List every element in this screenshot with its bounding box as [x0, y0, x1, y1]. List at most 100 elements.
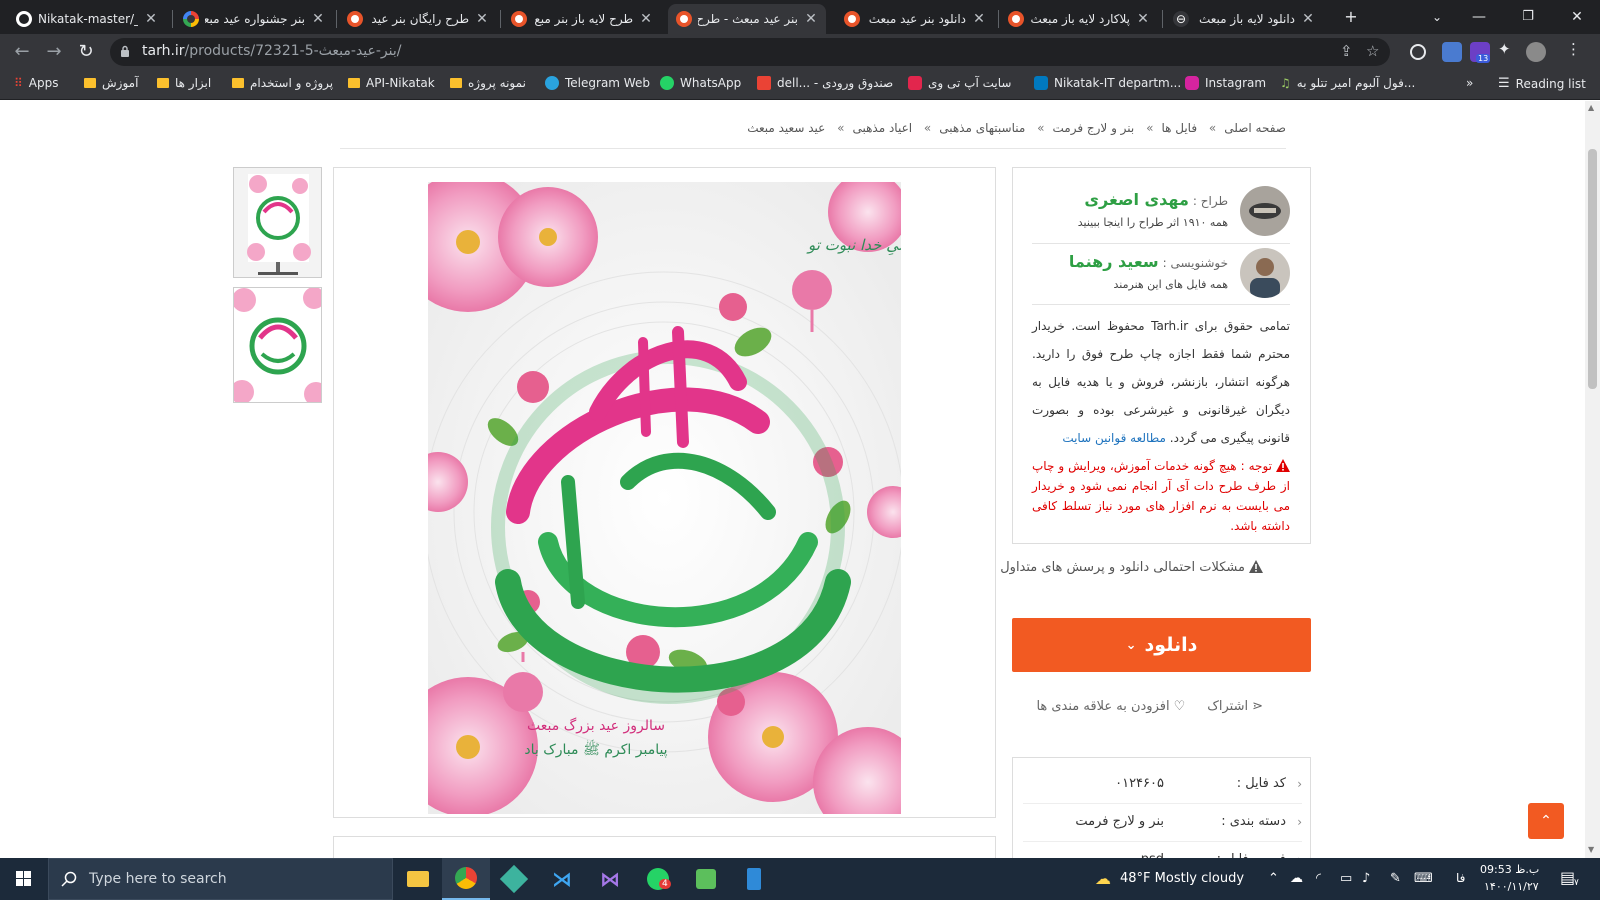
tab-title: طرح لایه باز بنر مبع	[534, 12, 633, 26]
scroll-up-arrow-icon[interactable]: ▲	[1588, 103, 1594, 112]
page-scrollbar[interactable]: ▲ ▼	[1585, 101, 1600, 858]
clock-time[interactable]: 09:53 ب.ظ	[1480, 863, 1539, 876]
bookmark-folder[interactable]: نمونه پروژه	[450, 76, 526, 90]
download-button[interactable]: دانلود ⌄	[1012, 618, 1311, 672]
copyright-notice: تمامی حقوق برای Tarh.ir محفوظ است. خریدا…	[1032, 319, 1290, 445]
bookmark-telegram[interactable]: Telegram Web	[545, 76, 650, 90]
breadcrumb-item[interactable]: صفحه اصلی	[1224, 121, 1286, 135]
window-close-button[interactable]: ✕	[1562, 4, 1592, 30]
site-rules-link[interactable]: مطالعه قوانین سایت	[1062, 431, 1166, 445]
visual-studio-app[interactable]: ⋈	[586, 858, 634, 900]
clock-date[interactable]: ۱۴۰۰/۱۱/۲۷	[1484, 880, 1539, 893]
faq-link[interactable]: مشکلات احتمالی دانلود و پرسش های متداول	[1000, 560, 1263, 575]
breadcrumb-item[interactable]: مناسبتهای مذهبی	[939, 121, 1025, 135]
address-bar[interactable]: tarh.ir/products/72321-5-بنر-عید-مبعث/ ⇪…	[110, 38, 1390, 66]
close-icon[interactable]: ✕	[311, 11, 325, 27]
breadcrumb-item[interactable]: اعیاد مذهبی	[852, 121, 912, 135]
thumbnail-banner-stand[interactable]	[233, 167, 322, 278]
android-studio-app[interactable]	[682, 858, 730, 900]
scrollbar-thumb[interactable]	[1588, 149, 1597, 389]
poster-bottom-text-2: پیامبر اکرم ﷺ مبارک باد	[524, 739, 667, 758]
bookmark-instagram[interactable]: Instagram	[1185, 76, 1266, 90]
bookmark-folder[interactable]: API-Nikatak	[348, 76, 435, 90]
close-icon[interactable]: ✕	[804, 11, 818, 27]
bookmark-apps[interactable]: ⠿ Apps	[14, 76, 59, 90]
tray-chevron-up-icon[interactable]: ⌃	[1268, 871, 1279, 886]
pen-icon[interactable]: ✎	[1390, 871, 1401, 886]
reload-button[interactable]: ↻	[72, 38, 100, 66]
weather-text[interactable]: 48°F Mostly cloudy	[1120, 871, 1244, 886]
designer-avatar[interactable]	[1240, 186, 1290, 236]
calligrapher-name[interactable]: سعید رهنما	[1069, 252, 1159, 271]
close-icon[interactable]: ✕	[144, 11, 158, 27]
favorite-button[interactable]: ♡افزودن به علاقه مندی ها	[1036, 699, 1185, 714]
chrome-app[interactable]	[442, 858, 490, 900]
close-icon[interactable]: ✕	[475, 11, 489, 27]
share-page-icon[interactable]: ⇪	[1340, 42, 1353, 60]
bookmark-whatsapp[interactable]: WhatsApp	[660, 76, 741, 90]
designer-all-works-link[interactable]: همه ۱۹۱۰ اثر طراح را اینجا ببینید	[1078, 216, 1228, 229]
taskbar-search[interactable]: Type here to search	[48, 858, 393, 900]
bookmark-folder[interactable]: آموزش	[84, 76, 138, 90]
search-icon	[61, 871, 77, 887]
input-language[interactable]: فا	[1456, 871, 1465, 885]
tab-title: دانلود بنر عید مبعث	[868, 12, 966, 26]
bookmark-aparat[interactable]: سایت آپ تی وی	[908, 76, 1011, 90]
phone-app[interactable]	[730, 858, 778, 900]
bookmark-star-icon[interactable]: ☆	[1366, 42, 1379, 60]
menu-dots-icon[interactable]: ⋮	[1566, 40, 1586, 60]
bookmark-trello[interactable]: Nikatak-IT departm...	[1034, 76, 1181, 90]
close-icon[interactable]: ✕	[972, 11, 986, 27]
bookmark-gmail[interactable]: dell... - صندوق ورودی	[757, 76, 893, 90]
close-icon[interactable]: ✕	[1136, 11, 1150, 27]
breadcrumb-item[interactable]: بنر و لارج فرمت	[1052, 121, 1134, 135]
bookmark-folder[interactable]: ابزار ها	[157, 76, 211, 90]
browser-tab[interactable]: ⊖ دانلود لایه باز مبعث ✕	[1165, 4, 1323, 34]
tab-search-chevron-icon[interactable]: ⌄	[1422, 4, 1452, 30]
thumbnail-poster[interactable]	[233, 287, 322, 403]
calligrapher-avatar[interactable]	[1240, 248, 1290, 298]
scroll-to-top-button[interactable]: ⌃	[1528, 803, 1564, 839]
browser-tab[interactable]: طرح لایه باز بنر مبع ✕	[503, 4, 661, 34]
bookmark-folder[interactable]: پروژه و استخدام	[232, 76, 333, 90]
extension-circle-icon[interactable]	[1410, 44, 1426, 60]
notification-icon[interactable]: ▤	[1560, 868, 1575, 887]
restore-button[interactable]: ❐	[1513, 4, 1543, 30]
browser-tab[interactable]: بنر جشنواره عید مبعث ✕	[175, 4, 333, 34]
back-button[interactable]: ←	[8, 38, 36, 66]
breadcrumb-item[interactable]: فایل ها	[1161, 121, 1197, 135]
browser-tab[interactable]: پلاکارد لایه باز مبعث ✕	[1000, 4, 1158, 34]
browser-tab-active[interactable]: بنر عید مبعث - طرح ✕	[668, 4, 826, 34]
calligrapher-all-works-link[interactable]: همه فایل های این هنرمند	[1114, 278, 1228, 291]
close-icon[interactable]: ✕	[639, 11, 653, 27]
new-tab-button[interactable]: +	[1336, 4, 1366, 30]
vscode-app[interactable]: ⋊	[538, 858, 586, 900]
translate-extension-icon[interactable]	[1442, 42, 1462, 62]
scroll-down-arrow-icon[interactable]: ▼	[1588, 845, 1594, 854]
minimize-button[interactable]: —	[1464, 4, 1494, 30]
share-button[interactable]: ⋖اشتراک	[1207, 699, 1263, 714]
file-explorer-app[interactable]	[394, 858, 442, 900]
forward-button[interactable]: →	[40, 38, 68, 66]
bookmark-music[interactable]: ♫ فول آلبوم امیر تتلو به...	[1280, 76, 1415, 90]
reading-list-button[interactable]: ☰ Reading list	[1498, 76, 1586, 91]
start-button[interactable]	[0, 858, 48, 900]
designer-name[interactable]: مهدی اصغری	[1084, 190, 1189, 209]
wifi-icon[interactable]: ◜	[1316, 871, 1321, 886]
weather-cloud-icon[interactable]: ☁	[1095, 869, 1111, 888]
browser-tab[interactable]: طرح رایگان بنر عید ✕	[339, 4, 497, 34]
close-icon[interactable]: ✕	[1301, 11, 1315, 27]
snipping-app[interactable]	[490, 858, 538, 900]
browser-tab[interactable]: Nikatak-master/_La ✕	[8, 4, 166, 34]
whatsapp-app[interactable]: 4	[634, 858, 682, 900]
extensions-puzzle-icon[interactable]: ✦	[1498, 40, 1518, 60]
battery-icon[interactable]: ▭	[1340, 871, 1352, 886]
onedrive-cloud-icon[interactable]: ☁	[1290, 871, 1303, 886]
browser-tab[interactable]: دانلود بنر عید مبعث ✕	[836, 4, 994, 34]
extension-badge-icon[interactable]: 13	[1470, 42, 1491, 63]
volume-icon[interactable]: ♪	[1362, 871, 1370, 886]
chevron-up-icon: ⌃	[1540, 813, 1552, 829]
profile-avatar[interactable]	[1526, 42, 1546, 62]
bookmarks-overflow-button[interactable]: »	[1466, 76, 1473, 90]
keyboard-icon[interactable]: ⌨	[1414, 871, 1433, 886]
